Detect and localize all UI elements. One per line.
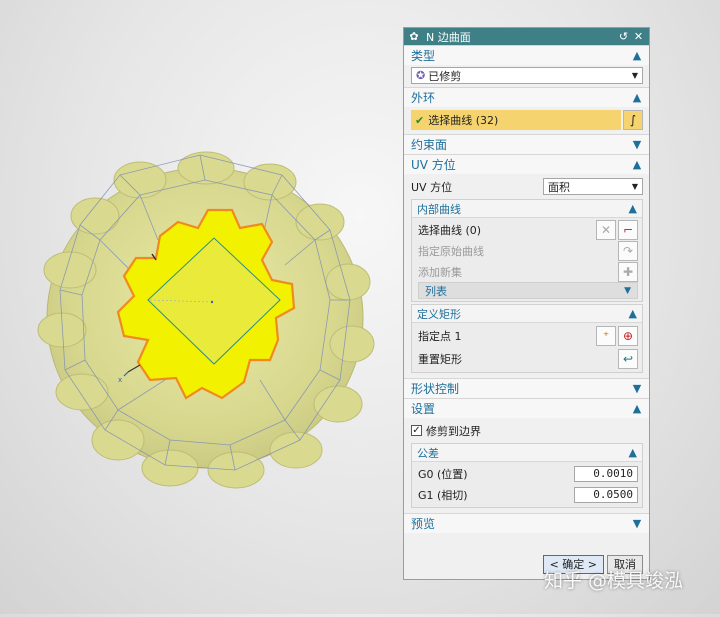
chevron-up-icon[interactable]: ▲ — [629, 202, 637, 215]
inner-curves-label: 内部曲线 — [417, 202, 461, 216]
tolerance-group: 公差 ▲ G0 (位置) 0.0010 G1 (相切) 0.0500 — [411, 443, 643, 508]
uv-orientation-label: UV 方位 — [411, 180, 453, 194]
section-shape-control-label: 形状控制 — [411, 382, 460, 396]
chevron-down-icon: ▼ — [624, 285, 631, 296]
n-sided-surface-dialog: ✿ N 边曲面 ↺ ✕ 类型 ▲ ✪ 已修剪 ▼ 外环 ▲ ✔ 选择曲线 (32… — [403, 27, 650, 580]
specify-original-curve-label: 指定原始曲线 — [418, 244, 484, 258]
section-type-body: ✪ 已修剪 ▼ — [404, 65, 649, 87]
tolerance-label: 公差 — [417, 446, 439, 460]
g0-label: G0 (位置) — [418, 467, 468, 481]
curve-select-icon[interactable]: ∫ — [623, 110, 643, 130]
deselect-icon[interactable]: ✕ — [596, 219, 616, 240]
type-dropdown[interactable]: ✪ 已修剪 ▼ — [411, 67, 643, 84]
section-settings-label: 设置 — [411, 402, 436, 416]
section-uv-label: UV 方位 — [411, 158, 456, 172]
chevron-up-icon[interactable]: ▲ — [629, 446, 637, 459]
svg-text:x: x — [118, 376, 122, 384]
watermark: 知乎 @模具竣泓 — [544, 570, 684, 592]
chevron-up-icon[interactable]: ▲ — [631, 91, 643, 104]
g1-input[interactable]: 0.0500 — [574, 486, 638, 503]
chevron-up-icon[interactable]: ▲ — [629, 307, 637, 320]
section-constraint-label: 约束面 — [411, 138, 448, 152]
chevron-down-icon: ▼ — [631, 182, 638, 191]
define-rect-label: 定义矩形 — [417, 307, 461, 321]
select-curve-outer-label: 选择曲线 (32) — [428, 114, 499, 127]
tolerance-header[interactable]: 公差 ▲ — [412, 444, 642, 462]
section-preview-header[interactable]: 预览 ▼ — [404, 513, 649, 533]
section-preview-label: 预览 — [411, 517, 436, 531]
gear-icon[interactable]: ✿ — [408, 30, 420, 43]
point-dialog-icon[interactable]: ⁺ — [596, 325, 616, 346]
chevron-up-icon[interactable]: ▲ — [631, 158, 643, 171]
list-label: 列表 — [425, 284, 447, 298]
reset-icon[interactable]: ↺ — [617, 30, 630, 43]
section-outer-loop-header[interactable]: 外环 ▲ — [404, 87, 649, 107]
chevron-down-icon[interactable]: ▼ — [631, 517, 643, 530]
section-type-header[interactable]: 类型 ▲ — [404, 45, 649, 65]
section-type-label: 类型 — [411, 49, 436, 63]
point-snap-icon[interactable]: ⊕ — [618, 325, 638, 346]
type-value: 已修剪 — [428, 69, 462, 83]
add-new-set-label: 添加新集 — [418, 265, 462, 279]
graphics-viewport[interactable]: x — [0, 0, 400, 614]
section-settings-header[interactable]: 设置 ▲ — [404, 398, 649, 418]
section-constraint-header[interactable]: 约束面 ▼ — [404, 134, 649, 154]
gear-model: x — [37, 151, 375, 489]
select-curve-outer[interactable]: ✔ 选择曲线 (32) — [411, 110, 621, 130]
section-settings-body: ✓ 修剪到边界 公差 ▲ G0 (位置) 0.0010 G1 (相切) 0.05… — [404, 418, 649, 513]
reset-rect-label: 重置矩形 — [418, 352, 462, 366]
dialog-title: N 边曲面 — [426, 30, 471, 44]
trim-to-boundary-checkbox[interactable]: ✓ — [411, 425, 422, 436]
uv-orientation-value: 面积 — [548, 180, 570, 194]
section-outer-loop-label: 外环 — [411, 91, 436, 105]
define-rect-group: 定义矩形 ▲ 指定点 1 ⁺ ⊕ 重置矩形 ↩ — [411, 304, 643, 373]
section-uv-header[interactable]: UV 方位 ▲ — [404, 154, 649, 174]
define-rect-header[interactable]: 定义矩形 ▲ — [412, 305, 642, 323]
close-icon[interactable]: ✕ — [632, 30, 645, 43]
g0-input[interactable]: 0.0010 — [574, 465, 638, 482]
dialog-titlebar[interactable]: ✿ N 边曲面 ↺ ✕ — [404, 28, 649, 45]
chevron-down-icon[interactable]: ▼ — [631, 138, 643, 151]
section-shape-control-header[interactable]: 形状控制 ▼ — [404, 378, 649, 398]
chevron-up-icon[interactable]: ▲ — [631, 402, 643, 415]
inner-curves-header[interactable]: 内部曲线 ▲ — [412, 200, 642, 218]
curve-select-icon[interactable]: ⌐ — [618, 219, 638, 240]
reset-rect-icon[interactable]: ↩ — [618, 348, 638, 369]
section-outer-loop-body: ✔ 选择曲线 (32) ∫ — [404, 107, 649, 134]
list-toggle[interactable]: 列表 ▼ — [418, 282, 638, 299]
inner-curves-group: 内部曲线 ▲ 选择曲线 (0) ✕ ⌐ 指定原始曲线 ↷ 添加新集 ✚ 列表 ▼ — [411, 199, 643, 302]
original-curve-icon: ↷ — [618, 240, 638, 261]
g1-label: G1 (相切) — [418, 488, 468, 502]
trim-to-boundary-label: 修剪到边界 — [426, 424, 481, 438]
checkmark-icon: ✔ — [415, 113, 425, 127]
add-set-icon: ✚ — [618, 261, 638, 282]
uv-orientation-dropdown[interactable]: 面积 ▼ — [543, 178, 643, 195]
chevron-down-icon: ▼ — [631, 71, 638, 80]
chevron-up-icon[interactable]: ▲ — [631, 49, 643, 62]
select-curve-inner-label: 选择曲线 (0) — [418, 223, 482, 237]
chevron-down-icon[interactable]: ▼ — [631, 382, 643, 395]
section-uv-body: UV 方位 面积 ▼ 内部曲线 ▲ 选择曲线 (0) ✕ ⌐ 指定原始曲线 ↷ — [404, 174, 649, 378]
specify-point-label: 指定点 1 — [418, 329, 462, 343]
trimmed-surface-icon: ✪ — [416, 69, 426, 82]
